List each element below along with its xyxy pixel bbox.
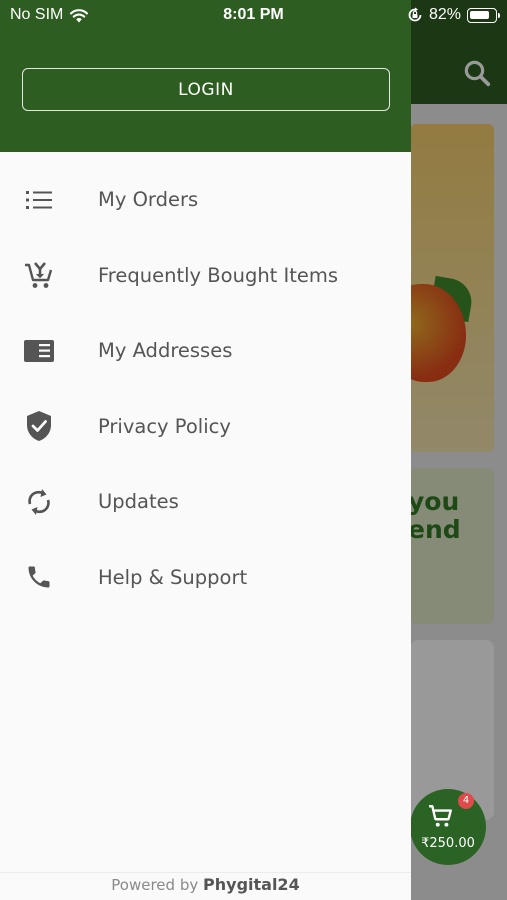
menu-item-my-addresses[interactable]: My Addresses — [0, 313, 411, 389]
footer-brand[interactable]: Phygital24 — [203, 875, 300, 894]
battery-percent: 82% — [428, 6, 461, 23]
menu-item-help-support[interactable]: Help & Support — [0, 540, 411, 616]
menu-item-privacy-policy[interactable]: Privacy Policy — [0, 389, 411, 465]
battery-icon — [467, 7, 500, 23]
menu-item-frequently-bought[interactable]: Frequently Bought Items — [0, 238, 411, 314]
menu-item-my-orders[interactable]: My Orders — [0, 162, 411, 238]
cart-icon — [429, 805, 452, 827]
list-icon — [22, 183, 56, 217]
phone-icon — [22, 560, 56, 594]
menu-label: My Orders — [98, 188, 199, 212]
menu-label: Privacy Policy — [98, 414, 231, 438]
menu-label: My Addresses — [98, 339, 233, 363]
menu-label: Updates — [98, 490, 179, 514]
login-button[interactable]: LOGIN — [22, 68, 390, 111]
menu-item-updates[interactable]: Updates — [0, 464, 411, 540]
footer-prefix: Powered by — [111, 876, 199, 894]
cart-button[interactable]: 4 ₹250.00 — [410, 789, 486, 865]
drawer-footer: Powered by Phygital24 — [0, 872, 411, 900]
cart-add-icon — [22, 258, 56, 292]
orientation-lock-icon — [408, 7, 422, 22]
shield-check-icon — [22, 409, 56, 443]
cart-total: ₹250.00 — [421, 836, 475, 851]
cart-count-badge: 4 — [458, 793, 474, 809]
status-right: 82% — [407, 6, 500, 24]
battery-level — [470, 10, 489, 19]
menu-label: Help & Support — [98, 565, 248, 589]
address-card-icon — [22, 334, 56, 368]
drawer-menu: My Orders Frequently Bought Items My Add… — [0, 162, 411, 615]
status-bar: No SIM 8:01 PM 82% — [0, 0, 507, 32]
navigation-drawer: LOGIN My Orders Frequently Bought Items … — [0, 0, 411, 900]
refresh-icon — [22, 485, 56, 519]
menu-label: Frequently Bought Items — [98, 263, 339, 287]
